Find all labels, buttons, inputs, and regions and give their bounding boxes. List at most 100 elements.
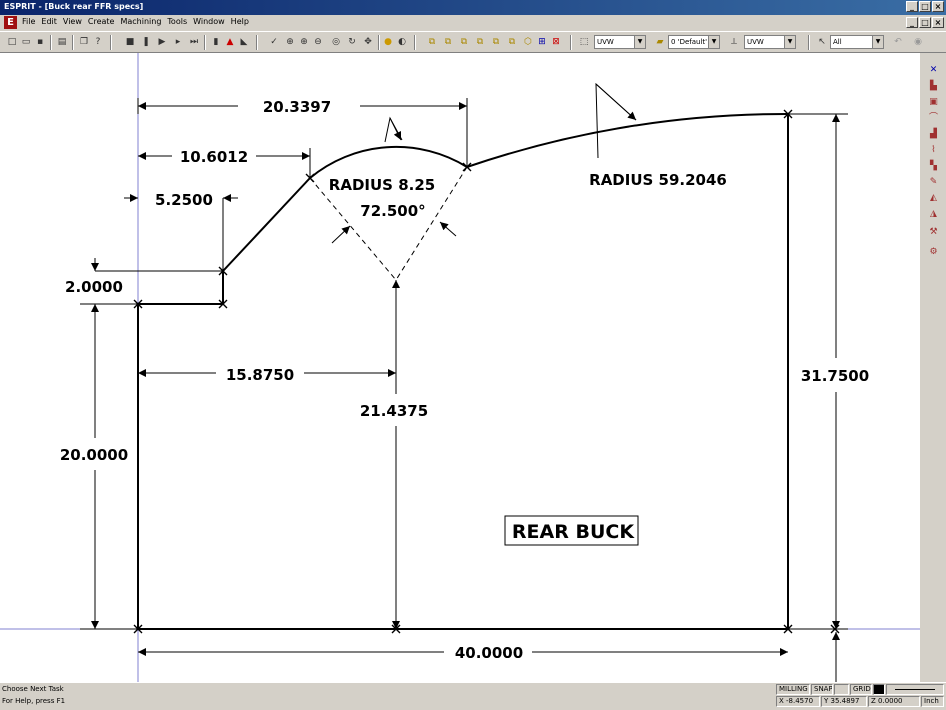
- main-toolbar: □ ▭ ▪ ▤ ❐ ? ■ ❚ ▶ ▸ ⏭ ▮ ▲ ◣ ✓ ⊕ ⊕ ⊖ ◎ ↻ …: [0, 31, 946, 53]
- app-logo-icon[interactable]: E: [4, 16, 17, 29]
- drill-icon[interactable]: ▟: [928, 129, 939, 140]
- pocket-icon[interactable]: ▣: [928, 97, 939, 108]
- fast-forward-icon[interactable]: ⏭: [188, 36, 200, 48]
- finishing-icon[interactable]: ⚒: [928, 227, 939, 238]
- menu-edit[interactable]: Edit: [41, 17, 57, 26]
- doc-close-button[interactable]: ×: [932, 17, 944, 28]
- doc-minimize-button[interactable]: _: [906, 17, 918, 28]
- custom-op-icon[interactable]: ⚙: [928, 247, 939, 258]
- view-front-icon[interactable]: ⧉: [442, 36, 454, 48]
- grid-indicator[interactable]: GRID: [850, 684, 872, 695]
- snap-indicator[interactable]: SNAP: [811, 684, 833, 695]
- dim-step-y: 2.0000: [65, 278, 123, 296]
- minimize-button[interactable]: _: [906, 1, 918, 12]
- menu-bar: E File Edit View Create Machining Tools …: [0, 15, 946, 30]
- menu-file[interactable]: File: [22, 17, 35, 26]
- menu-create[interactable]: Create: [88, 17, 115, 26]
- stop-icon[interactable]: ■: [124, 36, 136, 48]
- chevron-down-icon[interactable]: ▼: [784, 36, 795, 48]
- chevron-down-icon[interactable]: ▼: [634, 36, 645, 48]
- cad-drawing: 20.3397 10.6012 5.2500 2.0000 15.8750 21…: [0, 53, 920, 682]
- dim-left-height: 20.0000: [60, 446, 128, 464]
- workplane-select[interactable]: UVW ▼: [594, 35, 646, 49]
- workplane-icon[interactable]: ⬚: [578, 36, 590, 48]
- pause-icon[interactable]: ❚: [140, 36, 152, 48]
- grid-view-icon[interactable]: ⊞: [536, 36, 548, 48]
- simulation-icon[interactable]: ◣: [238, 36, 250, 48]
- shading-icon[interactable]: ●: [382, 36, 394, 48]
- task-prompt: Choose Next Task: [2, 685, 64, 693]
- pan-icon[interactable]: ✥: [362, 36, 374, 48]
- title-bar: ESPRIT - [Buck rear FFR specs] _ □ ×: [0, 0, 946, 15]
- x-coordinate: X -8.4570: [776, 696, 820, 707]
- tool-icon[interactable]: ▮: [210, 36, 222, 48]
- step-icon[interactable]: ▸: [172, 36, 184, 48]
- mill-op-icon[interactable]: ▙: [928, 81, 939, 92]
- play-icon[interactable]: ▶: [156, 36, 168, 48]
- hide-icon[interactable]: ◐: [396, 36, 408, 48]
- thread-icon[interactable]: ⌇: [928, 145, 939, 156]
- redraw-icon[interactable]: ✓: [268, 36, 280, 48]
- menu-machining[interactable]: Machining: [120, 17, 161, 26]
- color-swatch[interactable]: [873, 684, 885, 695]
- roughing-icon[interactable]: ◮: [928, 209, 939, 220]
- save-icon[interactable]: ▪: [34, 36, 46, 48]
- maximize-button[interactable]: □: [919, 1, 931, 12]
- drawing-canvas[interactable]: 20.3397 10.6012 5.2500 2.0000 15.8750 21…: [0, 53, 920, 682]
- chevron-down-icon[interactable]: ▼: [708, 36, 719, 48]
- select-arrow-icon[interactable]: ↖: [816, 36, 828, 48]
- dim-step-x: 5.2500: [155, 191, 213, 209]
- menu-help[interactable]: Help: [231, 17, 249, 26]
- new-file-icon[interactable]: □: [6, 36, 18, 48]
- zoom-out-icon[interactable]: ⊖: [312, 36, 324, 48]
- open-folder-icon[interactable]: ▭: [20, 36, 32, 48]
- face-icon[interactable]: ▚: [928, 161, 939, 172]
- view-back-icon[interactable]: ⧉: [490, 36, 502, 48]
- dim-right-height: 31.7500: [801, 367, 869, 385]
- y-coordinate: Y 35.4897: [821, 696, 867, 707]
- dim-arc-start: 10.6012: [180, 148, 248, 166]
- zoom-in-icon[interactable]: ⊕: [298, 36, 310, 48]
- angle-label: 72.500°: [360, 202, 425, 220]
- rotate-icon[interactable]: ↻: [346, 36, 358, 48]
- line-style-indicator[interactable]: [886, 684, 944, 695]
- help-status-bar: For Help, press F1 X -8.4570 Y 35.4897 Z…: [0, 695, 946, 710]
- menu-window[interactable]: Window: [193, 17, 225, 26]
- menu-tools[interactable]: Tools: [167, 17, 187, 26]
- view-top-icon[interactable]: ⧉: [426, 36, 438, 48]
- zoom-fit-icon[interactable]: ◎: [330, 36, 342, 48]
- multi-view-icon[interactable]: ⊠: [550, 36, 562, 48]
- dim-bottom-width: 40.0000: [455, 644, 523, 662]
- surface-icon[interactable]: ◭: [928, 193, 939, 204]
- view-axes-icon[interactable]: ⟂: [728, 36, 740, 48]
- view-right-icon[interactable]: ⧉: [458, 36, 470, 48]
- view-select[interactable]: UVW ▼: [744, 35, 796, 49]
- undo-icon[interactable]: ↶: [892, 36, 904, 48]
- dimension-lines: [80, 82, 848, 682]
- layer-select[interactable]: 0 'Default' ▼: [668, 35, 720, 49]
- ortho-indicator[interactable]: [834, 684, 849, 695]
- chevron-down-icon[interactable]: ▼: [872, 36, 883, 48]
- help-pointer-icon[interactable]: ?: [92, 36, 104, 48]
- doc-restore-button[interactable]: □: [919, 17, 931, 28]
- filter-select[interactable]: All ▼: [830, 35, 884, 49]
- print-icon[interactable]: ▤: [56, 36, 68, 48]
- target-icon[interactable]: ◉: [912, 36, 924, 48]
- zoom-window-icon[interactable]: ⊕: [284, 36, 296, 48]
- rocket-icon[interactable]: ▲: [224, 36, 236, 48]
- radius-large-label: RADIUS 59.2046: [589, 171, 727, 189]
- window-title: ESPRIT - [Buck rear FFR specs]: [4, 2, 144, 11]
- axis-icon[interactable]: ✕: [928, 65, 939, 76]
- radius-small-label: RADIUS 8.25: [329, 176, 435, 194]
- close-button[interactable]: ×: [932, 1, 944, 12]
- mode-indicator[interactable]: MILLING: [776, 684, 810, 695]
- contour-icon[interactable]: ⌒: [928, 113, 939, 124]
- menu-view[interactable]: View: [63, 17, 82, 26]
- view-iso-icon[interactable]: ⬡: [522, 36, 534, 48]
- copy-icon[interactable]: ❐: [78, 36, 90, 48]
- layer-icon[interactable]: ▰: [654, 36, 666, 48]
- view-left-icon[interactable]: ⧉: [474, 36, 486, 48]
- view-bottom-icon[interactable]: ⧉: [506, 36, 518, 48]
- engrave-icon[interactable]: ✎: [928, 177, 939, 188]
- dim-arc-center-y: 21.4375: [360, 402, 428, 420]
